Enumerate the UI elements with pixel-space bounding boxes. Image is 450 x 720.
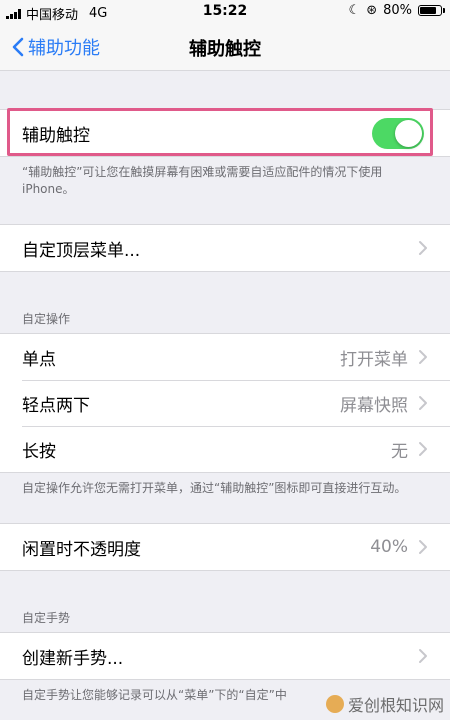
customize-top-menu-label: 自定顶层菜单... [22, 240, 141, 261]
idle-opacity-value: 40% [370, 537, 408, 557]
rotation-lock-icon: ⊛ [366, 3, 378, 18]
watermark: 爱创根知识网 [325, 692, 444, 716]
page-title: 辅助触控 [189, 39, 261, 60]
long-press-row[interactable]: 长按 无 [0, 426, 450, 472]
navigation-bar: 辅助功能 辅助触控 [0, 24, 450, 71]
custom-gestures-group: 创建新手势... [0, 632, 450, 680]
chevron-right-icon [419, 350, 427, 364]
long-press-value: 无 [391, 441, 408, 462]
top-menu-group: 自定顶层菜单... [0, 224, 450, 272]
battery-percent: 80% [383, 3, 412, 18]
moon-icon: ☾ [348, 3, 361, 18]
watermark-logo-icon [325, 695, 344, 713]
status-bar: 中国移动 4G 15:22 ☾ ⊛ 80% [0, 0, 450, 24]
custom-actions-footer: 自定操作允许您无需打开菜单，通过“辅助触控”图标即可直接进行互动。 [22, 481, 407, 495]
double-tap-row[interactable]: 轻点两下 屏幕快照 [0, 380, 450, 426]
status-right: ☾ ⊛ 80% [348, 3, 445, 18]
custom-actions-header: 自定操作 [22, 312, 71, 326]
custom-actions-group: 单点 打开菜单 轻点两下 屏幕快照 长按 无 [0, 333, 450, 473]
watermark-text: 爱创根知识网 [347, 696, 444, 715]
highlight-box [7, 108, 433, 156]
idle-opacity-row[interactable]: 闲置时不透明度 40% [0, 524, 450, 570]
chevron-right-icon [419, 540, 427, 554]
chevron-right-icon [419, 241, 427, 255]
idle-opacity-group: 闲置时不透明度 40% [0, 523, 450, 571]
chevron-right-icon [419, 442, 427, 456]
idle-opacity-label: 闲置时不透明度 [22, 539, 141, 560]
create-new-gesture-label: 创建新手势... [22, 648, 124, 669]
assistive-touch-footer: “辅助触控”可让您在触摸屏幕有困难或需要自适应配件的情况下使用 iPhone。 [22, 165, 383, 196]
chevron-right-icon [419, 649, 427, 663]
long-press-label: 长按 [22, 441, 56, 462]
double-tap-label: 轻点两下 [22, 395, 90, 416]
double-tap-value: 屏幕快照 [340, 395, 408, 416]
single-tap-label: 单点 [22, 349, 56, 370]
single-tap-value: 打开菜单 [340, 349, 408, 370]
create-new-gesture-row[interactable]: 创建新手势... [0, 633, 450, 679]
chevron-right-icon [419, 396, 427, 410]
customize-top-menu-row[interactable]: 自定顶层菜单... [0, 225, 450, 271]
custom-gestures-header: 自定手势 [22, 611, 71, 625]
single-tap-row[interactable]: 单点 打开菜单 [0, 334, 450, 380]
battery-icon [418, 5, 445, 16]
